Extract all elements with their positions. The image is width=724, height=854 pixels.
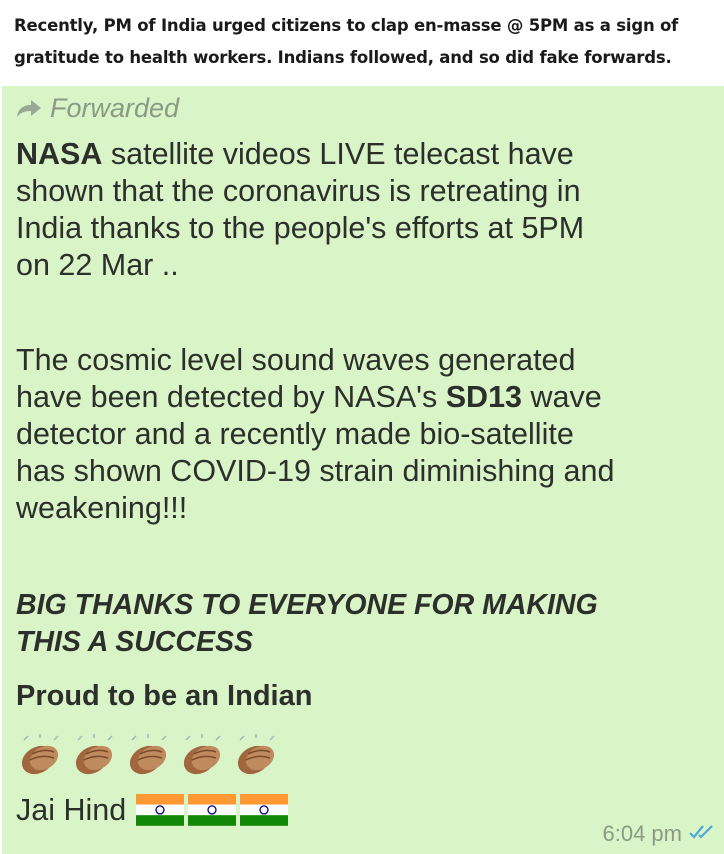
caption-line-1: Recently, PM of India urged citizens to … <box>14 16 679 35</box>
message-line: NASA satellite videos LIVE telecast have <box>16 136 716 173</box>
message-line: have been detected by NASA's SD13 wave <box>16 379 716 416</box>
proud-line: Proud to be an Indian <box>16 680 313 712</box>
message-paragraph-2: The cosmic level sound waves generated h… <box>16 342 716 527</box>
message-timestamp: 6:04 pm <box>602 821 683 846</box>
message-line: shown that the coronavirus is retreating… <box>16 174 581 208</box>
article-caption: Recently, PM of India urged citizens to … <box>14 10 714 74</box>
chat-message-bubble[interactable]: Forwarded NASA satellite videos LIVE tel… <box>2 86 724 854</box>
message-line: India thanks to the people's efforts at … <box>16 211 585 245</box>
double-check-icon <box>688 821 716 847</box>
nasa-bold-text: NASA <box>16 137 103 171</box>
clapping-hands-icon <box>183 734 221 775</box>
message-text: wave <box>522 380 602 414</box>
sd13-bold-text: SD13 <box>445 380 523 414</box>
caption-line-2: gratitude to health workers. Indians fol… <box>14 48 672 67</box>
jai-hind-line: Jai Hind <box>16 788 289 832</box>
message-line: The cosmic level sound waves generated <box>16 343 576 377</box>
clapping-hands-icon <box>237 734 275 775</box>
message-line: THIS A SUCCESS <box>16 626 254 658</box>
message-meta: 6:04 pm <box>603 820 717 848</box>
clapping-hands-icon <box>21 734 59 775</box>
message-line: detector and a recently made bio-satelli… <box>16 417 574 451</box>
clapping-hands-icon <box>75 734 113 775</box>
message-line: weakening!!! <box>16 491 188 525</box>
india-flag-icon <box>188 794 237 826</box>
clapping-hands-icon <box>129 734 167 775</box>
message-line: BIG THANKS TO EVERYONE FOR MAKING <box>16 589 598 621</box>
forwarded-label: Forwarded <box>16 90 179 126</box>
message-line: on 22 Mar .. <box>16 248 179 282</box>
clapping-emoji-row <box>14 734 282 778</box>
message-line: has shown COVID-19 strain diminishing an… <box>16 454 615 488</box>
forwarded-text: Forwarded <box>50 92 180 123</box>
message-paragraph-1: NASA satellite videos LIVE telecast have… <box>16 136 716 284</box>
india-flag-icon <box>136 794 185 826</box>
jai-hind-text: Jai Hind <box>16 792 127 827</box>
message-text: have been detected by NASA's <box>16 380 446 414</box>
message-paragraph-3: BIG THANKS TO EVERYONE FOR MAKING THIS A… <box>16 587 716 661</box>
forward-arrow-icon <box>16 98 42 118</box>
message-text: satellite videos LIVE telecast have <box>102 137 574 171</box>
india-flag-icon <box>240 794 289 826</box>
india-flag-row <box>136 792 289 828</box>
